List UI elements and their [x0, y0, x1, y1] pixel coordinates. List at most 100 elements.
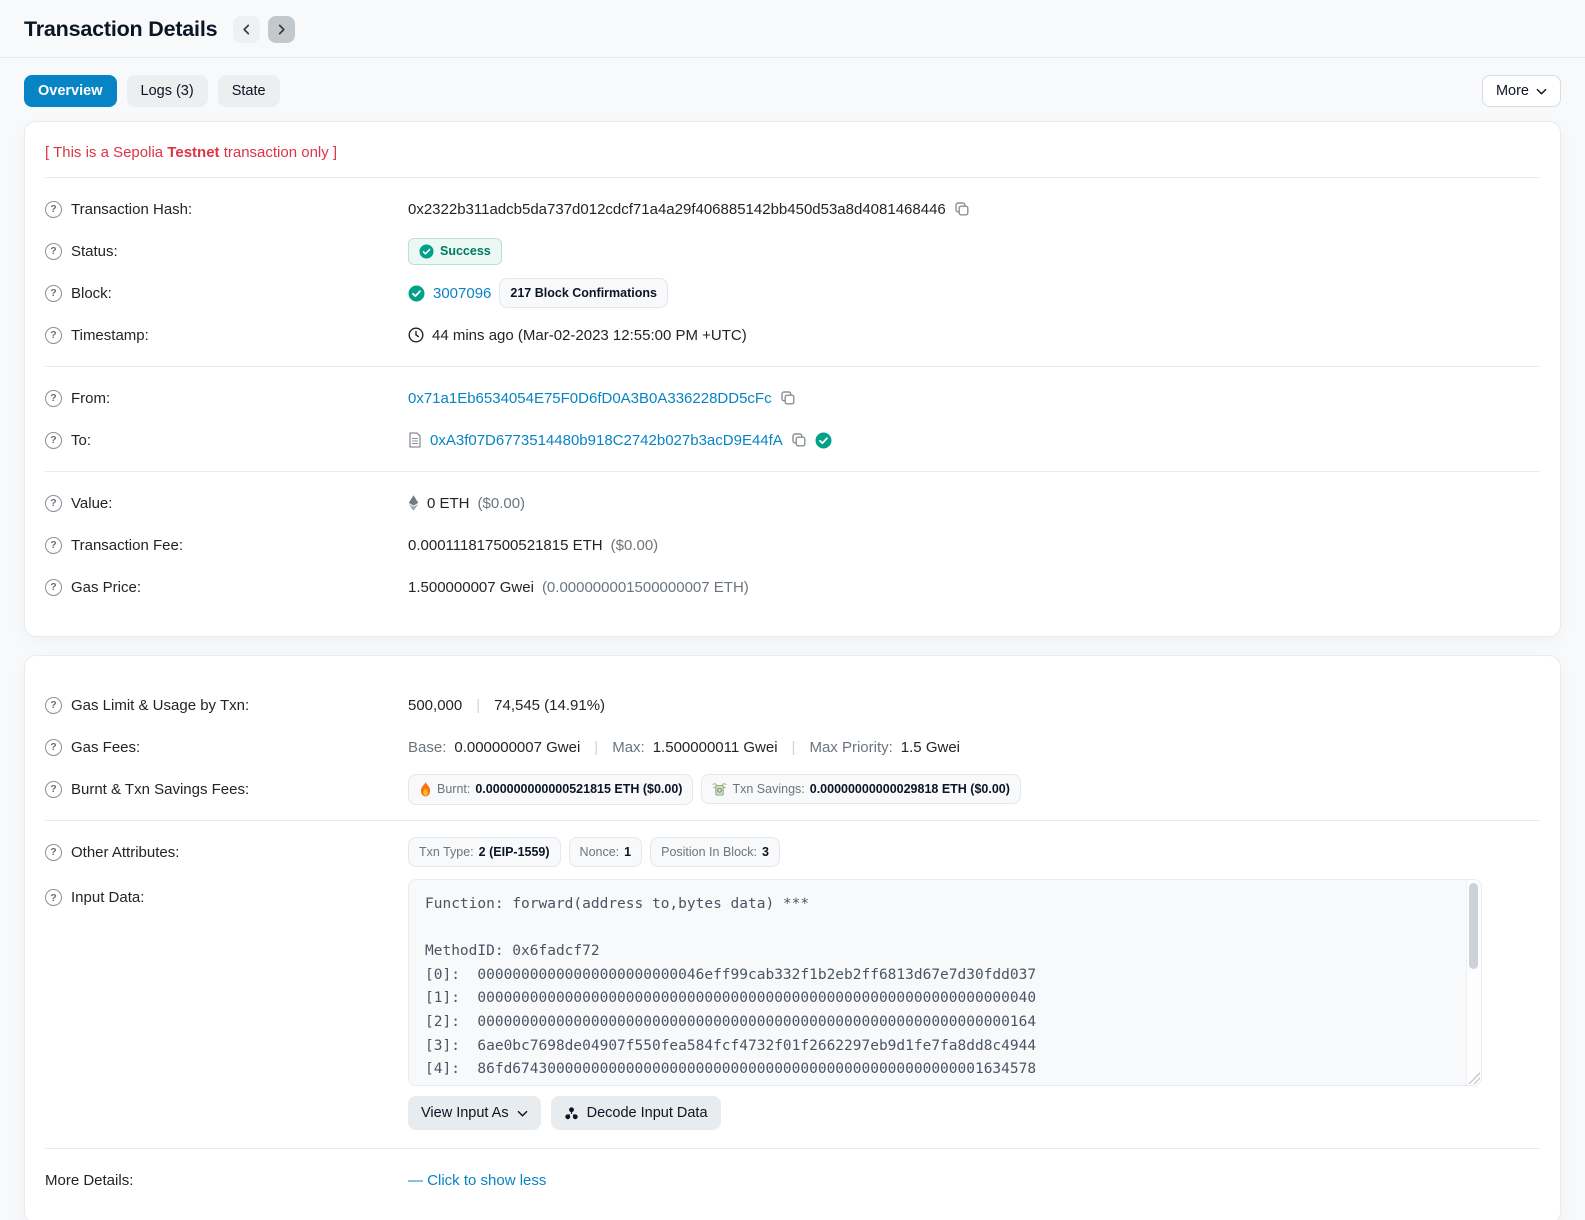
block-number-link[interactable]: 3007096 [433, 285, 491, 302]
other-attributes-label: Other Attributes: [71, 843, 180, 861]
to-row: ? To: 0xA3f07D6773514480b918C2742b027b3a… [45, 419, 1540, 461]
view-input-as-label: View Input As [421, 1105, 509, 1121]
testnet-notice-prefix: [ This is a Sepolia [45, 144, 168, 161]
transaction-fee-value-cell: 0.000111817500521815 ETH ($0.00) [408, 537, 1540, 554]
to-label: To: [71, 431, 92, 449]
max-priority-fee-value: 1.5 Gwei [900, 738, 960, 756]
pipe-divider: | [791, 738, 796, 756]
input-data-scrollbar-track[interactable] [1466, 880, 1481, 1085]
eth-icon [408, 495, 419, 511]
help-icon[interactable]: ? [45, 494, 62, 512]
block-confirmations-badge: 217 Block Confirmations [499, 278, 668, 308]
overview-group-2: ? From: 0x71a1Eb6534054E75F0D6fD0A3B0A33… [45, 367, 1540, 471]
from-address-link[interactable]: 0x71a1Eb6534054E75F0D6fD0A3B0A336228DD5c… [408, 390, 772, 407]
overview-group-1: ? Transaction Hash: 0x2322b311adcb5da737… [45, 178, 1540, 366]
nonce-value: 1 [624, 845, 632, 859]
input-data-label-cell: ? Input Data: [45, 879, 408, 906]
help-icon[interactable]: ? [45, 431, 62, 449]
overview-card: [ This is a Sepolia Testnet transaction … [24, 121, 1561, 637]
transaction-hash-label: Transaction Hash: [71, 200, 193, 218]
value-usd: ($0.00) [477, 494, 526, 512]
clock-icon [408, 327, 424, 343]
copy-transaction-hash-button[interactable] [954, 201, 970, 217]
txn-type-badge: Txn Type: 2 (EIP-1559) [408, 837, 561, 867]
other-attributes-label-cell: ? Other Attributes: [45, 843, 408, 861]
more-button-label: More [1495, 83, 1529, 99]
help-icon[interactable]: ? [45, 843, 62, 861]
block-label-cell: ? Block: [45, 284, 408, 302]
gas-price-eth: (0.000000001500000007 ETH) [541, 578, 749, 596]
help-icon[interactable]: ? [45, 578, 62, 596]
nonce-label: Nonce: [579, 845, 620, 859]
copy-from-address-button[interactable] [780, 390, 796, 406]
gas-price-amount: 1.500000007 Gwei [408, 578, 534, 596]
txn-savings-badge-label: Txn Savings: [732, 782, 805, 796]
nonce-badge: Nonce: 1 [568, 837, 643, 867]
tab-overview[interactable]: Overview [24, 75, 117, 107]
decode-input-data-button[interactable]: Decode Input Data [550, 1096, 721, 1130]
help-icon[interactable]: ? [45, 536, 62, 554]
to-address-link[interactable]: 0xA3f07D6773514480b918C2742b027b3acD9E44… [430, 432, 783, 449]
gas-price-value-cell: 1.500000007 Gwei (0.000000001500000007 E… [408, 579, 1540, 596]
copy-icon [955, 202, 969, 216]
status-badge-label: Success [440, 244, 491, 258]
help-icon[interactable]: ? [45, 696, 62, 714]
help-icon[interactable]: ? [45, 780, 62, 798]
from-label: From: [71, 389, 111, 407]
pipe-divider: | [594, 738, 599, 756]
page-header: Transaction Details [24, 14, 1561, 57]
prev-transaction-button[interactable] [233, 16, 261, 43]
textarea-resize-handle[interactable] [1468, 1072, 1480, 1084]
transaction-hash-value: 0x2322b311adcb5da737d012cdcf71a4a29f4068… [408, 200, 946, 218]
next-transaction-button[interactable] [268, 16, 296, 43]
input-data-textarea[interactable]: Function: forward(address to,bytes data)… [408, 879, 1482, 1086]
copy-to-address-button[interactable] [791, 432, 807, 448]
gas-usage-value: 74,545 (14.91%) [494, 696, 606, 714]
timestamp-value-cell: 44 mins ago (Mar-02-2023 12:55:00 PM +UT… [408, 327, 1540, 344]
tab-state[interactable]: State [217, 75, 280, 107]
chevron-right-icon [279, 24, 285, 35]
help-icon[interactable]: ? [45, 889, 62, 906]
transaction-hash-row: ? Transaction Hash: 0x2322b311adcb5da737… [45, 188, 1540, 230]
input-data-scrollbar-thumb[interactable] [1469, 883, 1478, 969]
from-row: ? From: 0x71a1Eb6534054E75F0D6fD0A3B0A33… [45, 377, 1540, 419]
status-row: ? Status: Success [45, 230, 1540, 272]
input-data-value-cell: Function: forward(address to,bytes data)… [408, 879, 1540, 1130]
gas-limit-label: Gas Limit & Usage by Txn: [71, 696, 250, 714]
more-details-value-cell: — Click to show less [408, 1172, 1540, 1189]
view-input-as-button[interactable]: View Input As [408, 1096, 541, 1130]
decode-input-data-label: Decode Input Data [586, 1105, 708, 1121]
more-details-label: More Details: [45, 1171, 134, 1189]
tabs: Overview Logs (3) State [24, 75, 280, 107]
timestamp-label: Timestamp: [71, 326, 149, 344]
show-less-link[interactable]: — Click to show less [408, 1172, 546, 1189]
input-data-actions: View Input As Decode Input Data [408, 1096, 1540, 1130]
value-label-cell: ? Value: [45, 494, 408, 512]
tab-logs[interactable]: Logs (3) [126, 75, 208, 107]
gas-fees-label-cell: ? Gas Fees: [45, 738, 408, 756]
input-data-label: Input Data: [71, 889, 145, 906]
gas-fees-label: Gas Fees: [71, 738, 141, 756]
transaction-fee-amount: 0.000111817500521815 ETH [408, 536, 603, 554]
help-icon[interactable]: ? [45, 738, 62, 756]
help-icon[interactable]: ? [45, 389, 62, 407]
check-circle-icon [408, 285, 425, 301]
gas-limit-value-cell: 500,000 | 74,545 (14.91%) [408, 697, 1540, 714]
help-icon[interactable]: ? [45, 200, 62, 218]
help-icon[interactable]: ? [45, 284, 62, 302]
other-attributes-row: ? Other Attributes: Txn Type: 2 (EIP-155… [45, 831, 1540, 873]
chevron-down-icon [1536, 88, 1547, 95]
burnt-fees-value-cell: Burnt: 0.000000000000521815 ETH ($0.00) … [408, 773, 1540, 805]
block-label: Block: [71, 284, 112, 302]
base-fee-label: Base: [408, 738, 447, 756]
from-value-cell: 0x71a1Eb6534054E75F0D6fD0A3B0A336228DD5c… [408, 390, 1540, 407]
gas-price-row: ? Gas Price: 1.500000007 Gwei (0.0000000… [45, 566, 1540, 608]
other-attributes-value-cell: Txn Type: 2 (EIP-1559) Nonce: 1 Position… [408, 837, 1540, 867]
check-circle-icon [419, 243, 434, 259]
help-icon[interactable]: ? [45, 326, 62, 344]
max-fee-label: Max: [612, 738, 645, 756]
help-icon[interactable]: ? [45, 242, 62, 260]
testnet-notice-suffix: transaction only ] [219, 144, 338, 161]
burnt-fees-row: ? Burnt & Txn Savings Fees: Burnt: 0.000… [45, 768, 1540, 810]
more-button[interactable]: More [1481, 75, 1561, 107]
